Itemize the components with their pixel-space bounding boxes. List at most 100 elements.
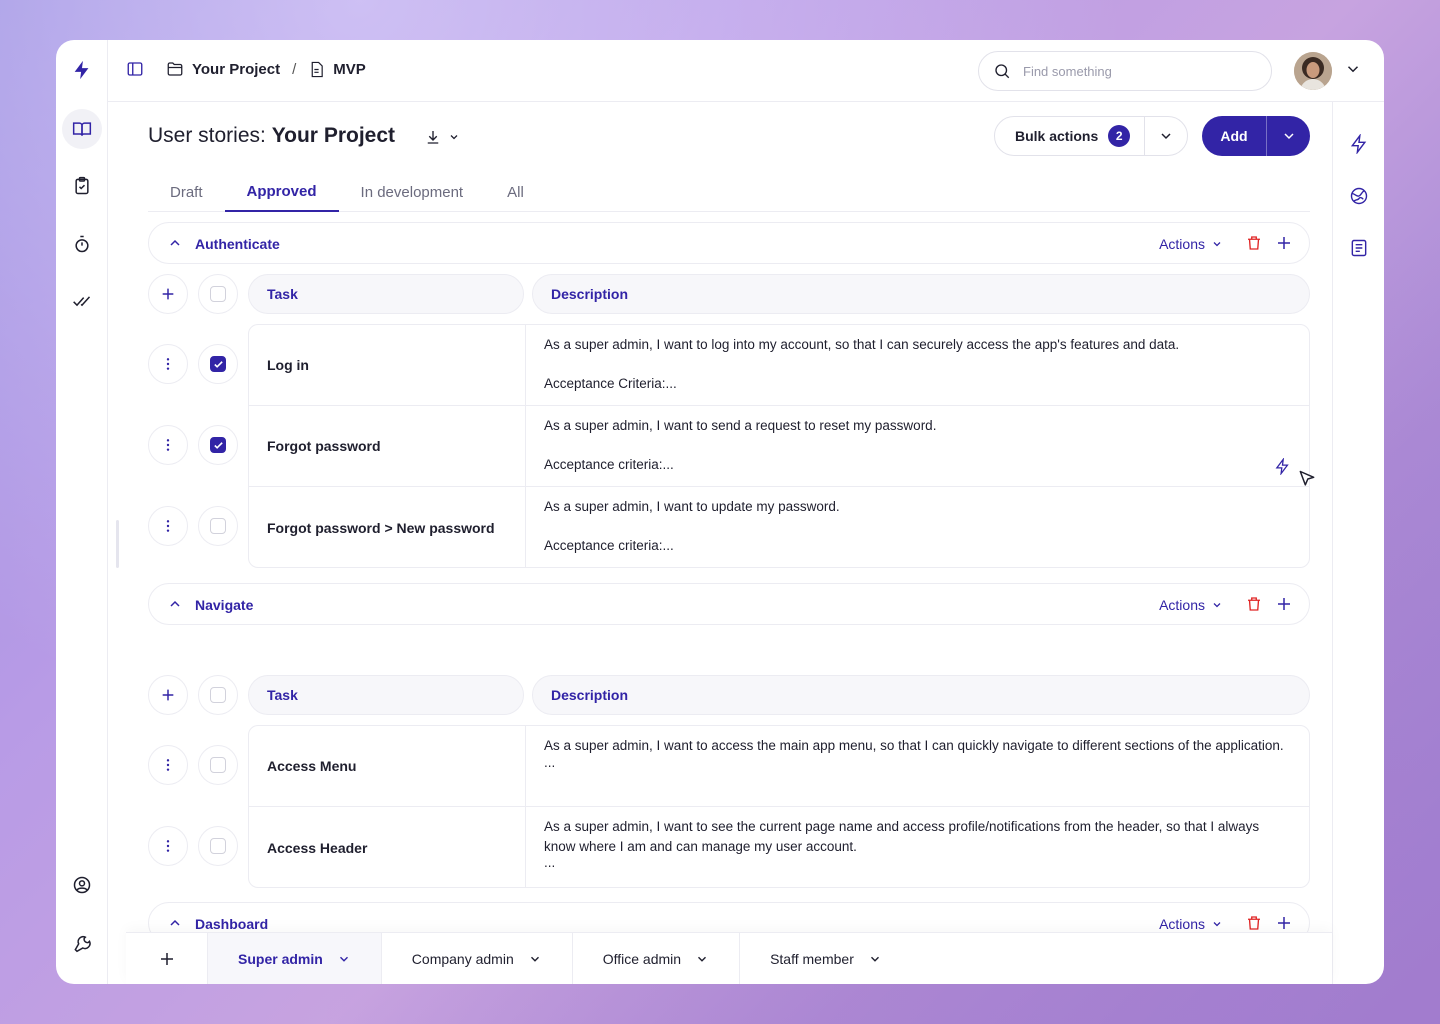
more-vertical-icon[interactable]	[148, 506, 188, 546]
role-tab-staff-member[interactable]: Staff member	[740, 933, 912, 985]
user-circle-icon[interactable]	[62, 865, 102, 905]
row-controls	[148, 324, 238, 405]
row-controls	[148, 725, 238, 806]
table-row[interactable]: Forgot password > New password As a supe…	[249, 487, 1309, 568]
group-actions-menu[interactable]: Actions	[1159, 916, 1223, 932]
table-row[interactable]: Access Menu As a super admin, I want to …	[249, 726, 1309, 807]
add-task-button[interactable]	[148, 675, 188, 715]
lightning-icon[interactable]	[1345, 130, 1373, 158]
task-table: Log in As a super admin, I want to log i…	[248, 324, 1315, 568]
row-checkbox[interactable]	[198, 826, 238, 866]
row-checkbox[interactable]	[198, 344, 238, 384]
description-text: As a super admin, I want to update my pa…	[544, 499, 840, 514]
breadcrumb-project[interactable]: Your Project	[166, 60, 280, 78]
plus-icon[interactable]	[1275, 595, 1293, 618]
add-task-button[interactable]	[148, 274, 188, 314]
bulk-actions-dropdown[interactable]	[1143, 117, 1188, 155]
sidebar-toggle-icon[interactable]	[126, 60, 144, 78]
row-controls	[148, 806, 238, 887]
double-check-icon[interactable]	[62, 281, 102, 321]
chevron-down-icon	[1213, 922, 1221, 927]
tab-draft[interactable]: Draft	[148, 172, 225, 212]
selected-count-badge: 2	[1108, 125, 1131, 147]
task-description: As a super admin, I want to log into my …	[544, 335, 1294, 393]
description-text: As a super admin, I want to send a reque…	[544, 418, 937, 433]
chevron-down-icon	[530, 956, 539, 962]
tab-approved[interactable]: Approved	[224, 172, 339, 212]
chevron-down-icon	[698, 956, 707, 962]
book-icon[interactable]	[62, 109, 102, 149]
status-tabs: Draft Approved In development All	[148, 172, 1310, 212]
add-role-button[interactable]	[126, 932, 208, 984]
select-all-checkbox[interactable]	[198, 274, 238, 314]
more-vertical-icon[interactable]	[148, 344, 188, 384]
search-box[interactable]	[978, 51, 1272, 91]
role-tab-super-admin[interactable]: Super admin	[208, 932, 382, 984]
add-control: Add	[1202, 116, 1310, 156]
column-header-task: Task	[248, 675, 524, 715]
task-name: Access Header	[249, 807, 526, 888]
add-dropdown[interactable]	[1266, 116, 1310, 156]
acceptance-criteria: Acceptance Criteria:...	[544, 375, 677, 391]
task-name: Forgot password	[249, 406, 526, 486]
row-checkbox[interactable]	[198, 745, 238, 785]
chevron-down-icon	[1161, 133, 1171, 140]
panel-resize-handle[interactable]	[116, 520, 119, 568]
trash-icon[interactable]	[1245, 234, 1263, 257]
description-text: As a super admin, I want to log into my …	[544, 337, 1180, 352]
ai-lightning-icon[interactable]	[1274, 458, 1291, 475]
plus-icon[interactable]	[1275, 234, 1293, 257]
globe-icon[interactable]	[1345, 182, 1373, 210]
actions-label: Actions	[1159, 597, 1205, 613]
download-icon	[424, 128, 442, 146]
role-tabs-bar: Super admin Company admin Office admin S…	[126, 932, 1332, 984]
notes-icon[interactable]	[1345, 234, 1373, 262]
search-icon	[993, 62, 1011, 80]
page-title: User stories: Your Project	[148, 124, 395, 148]
group-header-authenticate: Authenticate Actions	[148, 222, 1310, 264]
add-button[interactable]: Add	[1202, 128, 1266, 144]
download-menu[interactable]	[424, 128, 460, 146]
logo-lightning-icon[interactable]	[62, 50, 102, 90]
stopwatch-icon[interactable]	[62, 224, 102, 264]
bulk-actions-button[interactable]: Bulk actions 2	[995, 117, 1144, 155]
more-vertical-icon[interactable]	[148, 826, 188, 866]
group-title: Navigate	[195, 597, 254, 613]
page-title-project: Your Project	[271, 124, 396, 147]
more-vertical-icon[interactable]	[148, 745, 188, 785]
task-name: Log in	[249, 325, 526, 405]
group-title: Dashboard	[195, 916, 269, 932]
wrench-icon[interactable]	[62, 923, 102, 963]
more-vertical-icon[interactable]	[148, 425, 188, 465]
group-title: Authenticate	[195, 236, 280, 252]
chevron-up-icon[interactable]	[167, 235, 183, 256]
chevron-up-icon[interactable]	[167, 596, 183, 617]
row-checkbox[interactable]	[198, 506, 238, 546]
table-row[interactable]: Log in As a super admin, I want to log i…	[249, 325, 1309, 406]
breadcrumb-label: MVP	[333, 60, 366, 78]
role-tab-office-admin[interactable]: Office admin	[573, 932, 741, 984]
group-header-navigate: Navigate Actions	[148, 583, 1310, 625]
tab-in-development[interactable]: In development	[339, 172, 486, 212]
main-content: User stories: Your Project Bulk actions …	[148, 102, 1315, 984]
breadcrumb-mvp[interactable]: MVP	[308, 61, 366, 78]
table-row[interactable]: Forgot password As a super admin, I want…	[249, 406, 1315, 487]
trash-icon[interactable]	[1245, 595, 1263, 618]
left-sidebar	[56, 40, 108, 984]
role-label: Staff member	[770, 950, 854, 967]
chevron-down-icon	[1213, 242, 1221, 247]
group-actions-menu[interactable]: Actions	[1159, 597, 1223, 613]
select-all-checkbox[interactable]	[198, 675, 238, 715]
column-header-description: Description	[532, 274, 1310, 314]
chevron-down-icon[interactable]	[1344, 60, 1362, 83]
group-actions-menu[interactable]: Actions	[1159, 236, 1223, 252]
search-input[interactable]	[1023, 63, 1243, 79]
tab-all[interactable]: All	[485, 172, 546, 212]
row-checkbox[interactable]	[198, 425, 238, 465]
chevron-down-icon	[1283, 133, 1294, 140]
avatar[interactable]	[1294, 52, 1332, 90]
table-row[interactable]: Access Header As a super admin, I want t…	[249, 807, 1309, 888]
task-description: As a super admin, I want to see the curr…	[544, 817, 1294, 870]
clipboard-check-icon[interactable]	[62, 166, 102, 206]
role-tab-company-admin[interactable]: Company admin	[382, 932, 573, 984]
